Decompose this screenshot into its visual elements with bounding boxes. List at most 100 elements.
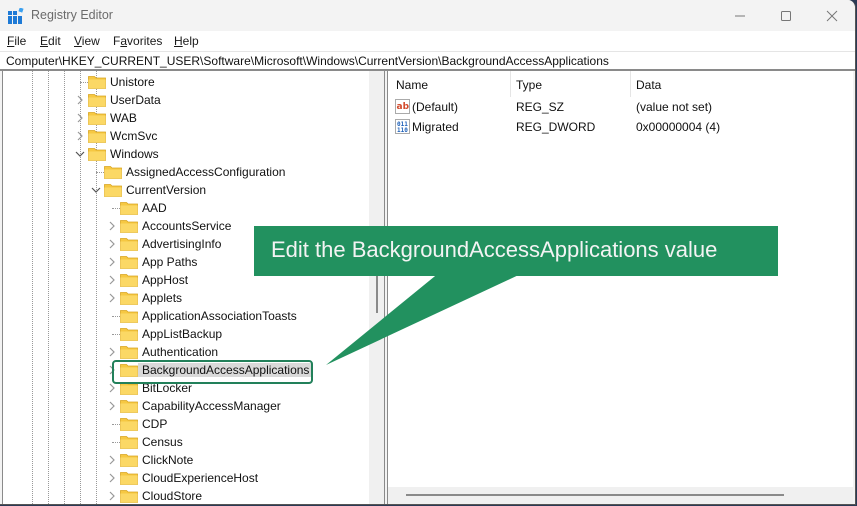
tree-item[interactable]: Applets [3,289,369,307]
tree-item[interactable]: WAB [3,109,369,127]
instruction-callout: Edit the BackgroundAccessApplications va… [254,226,778,276]
tree-item[interactable]: Authentication [3,343,369,361]
menu-file[interactable]: File [7,34,26,48]
value-data: 0x00000004 (4) [636,120,721,134]
folder-icon [88,76,106,89]
folder-icon [120,292,138,305]
tree-item-label: CloudExperienceHost [142,471,259,485]
menu-view[interactable]: View [74,34,100,48]
folder-icon [120,436,138,449]
tree-item-label: ClickNote [142,453,194,467]
tree-item-label: AdvertisingInfo [142,237,222,251]
tree-item[interactable]: AssignedAccessConfiguration [3,163,369,181]
column-header-name[interactable]: Name [396,71,428,97]
tree-item[interactable]: CloudStore [3,487,369,504]
column-header-data[interactable]: Data [636,71,661,97]
tree-item[interactable]: Census [3,433,369,451]
value-row[interactable]: 011 110 Migrated REG_DWORD 0x00000004 (4… [388,117,853,137]
tree-item[interactable]: ApplicationAssociationToasts [3,307,369,325]
column-separator[interactable] [510,71,511,97]
chevron-right-icon[interactable] [107,344,117,360]
tree-item-label: AccountsService [142,219,232,233]
value-row[interactable]: ab (Default) REG_SZ (value not set) [388,97,853,117]
tree-scroll-thumb[interactable] [376,275,378,313]
chevron-down-icon[interactable] [75,146,85,162]
folder-icon [88,94,106,107]
values-scroll-thumb[interactable] [406,494,784,496]
chevron-right-icon[interactable] [107,236,117,252]
chevron-right-icon[interactable] [107,290,117,306]
chevron-right-icon[interactable] [107,488,117,504]
maximize-button[interactable] [763,0,809,31]
tree-connector [80,82,88,83]
tree-item-label: CloudStore [142,489,203,503]
tree-item-label: AssignedAccessConfiguration [126,165,286,179]
folder-icon [120,418,138,431]
chevron-right-icon[interactable] [107,398,117,414]
folder-icon [88,130,106,143]
chevron-right-icon[interactable] [75,110,85,126]
selected-key-highlight [112,360,313,384]
tree-item[interactable]: Unistore [3,73,369,91]
tree-item[interactable]: CapabilityAccessManager [3,397,369,415]
tree-vertical-scrollbar[interactable] [369,71,385,504]
tree-item[interactable]: CurrentVersion [3,181,369,199]
registry-editor-app-icon [8,8,24,24]
folder-icon [120,472,138,485]
menu-edit-accel: E [40,34,49,48]
address-bar[interactable]: Computer\HKEY_CURRENT_USER\Software\Micr… [0,51,855,71]
address-path[interactable]: Computer\HKEY_CURRENT_USER\Software\Micr… [6,54,609,68]
tree-item-label: CDP [142,417,168,431]
chevron-right-icon[interactable] [107,272,117,288]
menu-bar: File Edit View Favorites Help [0,31,855,51]
string-value-icon: ab [395,99,410,114]
menu-edit-label: dit [48,34,61,48]
menu-edit[interactable]: Edit [40,34,61,48]
tree-item-label: Census [142,435,183,449]
chevron-right-icon[interactable] [107,470,117,486]
minimize-button[interactable] [717,0,763,31]
tree-connector [112,442,120,443]
folder-icon [120,490,138,503]
tree-connector [112,334,120,335]
value-name: (Default) [412,100,459,114]
window-title: Registry Editor [31,8,113,22]
tree-item[interactable]: UserData [3,91,369,109]
folder-icon [120,256,138,269]
chevron-right-icon[interactable] [107,254,117,270]
value-data: (value not set) [636,100,713,114]
chevron-down-icon[interactable] [91,182,101,198]
maximize-icon [781,10,791,21]
folder-icon [88,112,106,125]
tree-item[interactable]: CDP [3,415,369,433]
values-list[interactable]: Name Type Data ab (Default) REG_SZ (valu… [388,71,853,504]
tree-connector [112,208,120,209]
folder-icon [120,202,138,215]
column-separator[interactable] [630,71,631,97]
menu-view-accel: V [74,34,82,48]
menu-help[interactable]: Help [174,34,199,48]
column-header-type[interactable]: Type [516,71,542,97]
menu-favorites-label: vorites [127,34,163,48]
tree-item[interactable]: CloudExperienceHost [3,469,369,487]
close-button[interactable] [809,0,855,31]
tree-item[interactable]: AAD [3,199,369,217]
tree-item[interactable]: Windows [3,145,369,163]
menu-favorites[interactable]: Favorites [113,34,162,48]
registry-tree[interactable]: Unistore UserData WAB WcmSvc Windows Assigned… [2,71,385,504]
folder-icon [120,328,138,341]
tree-item-label: CurrentVersion [126,183,207,197]
tree-item[interactable]: ClickNote [3,451,369,469]
svg-text:ab: ab [397,102,410,112]
chevron-right-icon[interactable] [75,92,85,108]
tree-item-label: Windows [110,147,159,161]
chevron-right-icon[interactable] [107,452,117,468]
tree-item-label: CapabilityAccessManager [142,399,281,413]
chevron-right-icon[interactable] [107,218,117,234]
folder-icon [120,346,138,359]
chevron-right-icon[interactable] [75,128,85,144]
tree-item[interactable]: WcmSvc [3,127,369,145]
title-bar: Registry Editor [0,0,855,31]
tree-item[interactable]: AppListBackup [3,325,369,343]
values-horizontal-scrollbar[interactable] [388,487,853,504]
